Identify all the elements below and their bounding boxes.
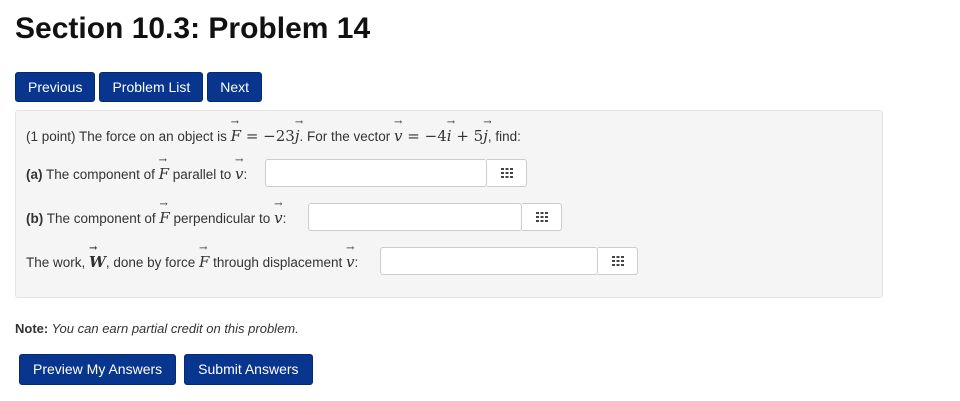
force-vector-symbol: F: [231, 117, 241, 145]
part-b-prompt: (b) The component of F perpendicular to …: [26, 199, 287, 227]
part-a-force-math: F: [159, 155, 169, 183]
note-text: You can earn partial credit on this prob…: [48, 321, 299, 336]
equation-palette-icon: [500, 168, 513, 178]
work-text-4: :: [354, 255, 359, 270]
problem-panel: (1 point) The force on an object is F = …: [15, 110, 883, 298]
statement-vector-text: . For the vector: [299, 129, 395, 144]
part-b-v-symbol: v: [274, 199, 283, 227]
equation-palette-icon: [535, 212, 548, 222]
part-b-label: (b): [26, 211, 44, 226]
answer-actions: Preview My Answers Submit Answers: [19, 354, 313, 385]
part-a-palette-button[interactable]: [487, 159, 527, 187]
part-b-palette-button[interactable]: [522, 203, 562, 231]
work-force-math: F: [199, 243, 209, 271]
part-b-answer-input[interactable]: [308, 203, 522, 231]
work-answer-input[interactable]: [380, 247, 598, 275]
part-b-force-symbol: F: [159, 199, 169, 227]
equation-palette-icon: [611, 256, 624, 266]
preview-answers-button[interactable]: Preview My Answers: [19, 354, 177, 385]
v-value-part-1: = −4: [407, 127, 447, 145]
force-value: = −23: [245, 127, 295, 145]
displacement-expression: v = −4i + 5j: [394, 117, 491, 145]
work-v-math: v: [346, 243, 355, 271]
work-text-1: The work,: [26, 255, 90, 270]
problem-page: Section 10.3: Problem 14 Previous Proble…: [0, 0, 960, 401]
work-W-math: W: [89, 243, 106, 271]
force-expression: F = −23j: [231, 117, 303, 145]
part-a-text-1: The component of: [42, 167, 159, 182]
part-b-text-1: The component of: [43, 211, 160, 226]
partial-credit-note: Note: You can earn partial credit on thi…: [15, 321, 299, 336]
part-b-text-3: :: [282, 211, 287, 226]
part-a-label: (a): [26, 167, 43, 182]
part-a-text-3: :: [243, 167, 248, 182]
work-palette-button[interactable]: [598, 247, 638, 275]
work-v-symbol: v: [346, 243, 355, 271]
note-label: Note:: [15, 321, 49, 336]
unit-j-symbol-2: j: [483, 117, 491, 145]
work-text-3: through displacement: [209, 255, 346, 270]
v-value-part-2: + 5: [456, 127, 484, 145]
previous-button[interactable]: Previous: [15, 72, 96, 102]
problem-statement: (1 point) The force on an object is F = …: [26, 117, 521, 145]
page-title: Section 10.3: Problem 14: [15, 12, 371, 45]
problem-list-button[interactable]: Problem List: [99, 72, 204, 102]
work-prompt: The work, W, done by force F through dis…: [26, 243, 359, 271]
part-b-force-math: F: [159, 199, 169, 227]
statement-find: , find:: [487, 129, 521, 144]
unit-j-symbol: j: [295, 117, 303, 145]
next-button[interactable]: Next: [207, 72, 263, 102]
problem-nav: Previous Problem List Next: [15, 72, 263, 102]
part-b-v-math: v: [274, 199, 283, 227]
unit-i-symbol: i: [447, 117, 455, 145]
v-vector-symbol: v: [394, 117, 403, 145]
part-a-force-symbol: F: [159, 155, 169, 183]
work-force-symbol: F: [199, 243, 209, 271]
submit-answers-button[interactable]: Submit Answers: [184, 354, 313, 385]
part-a-v-symbol: v: [235, 155, 244, 183]
part-b-text-2: perpendicular to: [169, 211, 275, 226]
work-text-2: , done by force: [105, 255, 199, 270]
work-W-symbol: W: [89, 243, 106, 271]
statement-intro: (1 point) The force on an object is: [26, 129, 231, 144]
part-a-answer-input[interactable]: [265, 159, 487, 187]
part-a-text-2: parallel to: [169, 167, 236, 182]
part-a-prompt: (a) The component of F parallel to v:: [26, 155, 248, 183]
part-a-v-math: v: [235, 155, 244, 183]
